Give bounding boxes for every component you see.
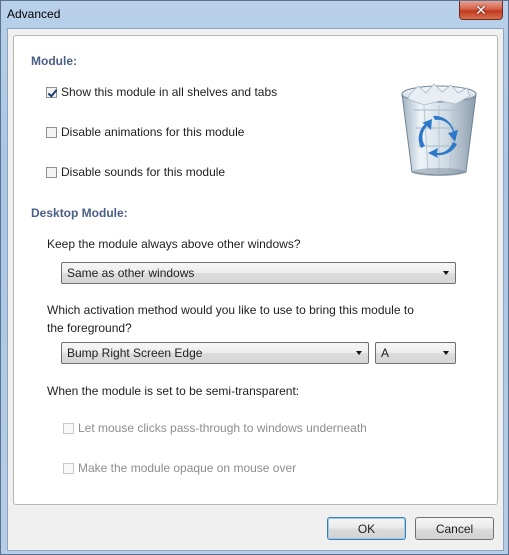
dropdown-value: A: [381, 346, 390, 360]
cancel-button[interactable]: Cancel: [415, 517, 494, 540]
recycle-bin-icon: [401, 83, 477, 176]
activation-question-line1: Which activation method would you like t…: [47, 303, 414, 317]
checkbox-box[interactable]: [46, 86, 57, 98]
checkbox-label[interactable]: Make the module opaque on mouse over: [78, 461, 296, 475]
dropdown-value: Same as other windows: [67, 266, 195, 280]
close-button[interactable]: ✕: [459, 1, 503, 20]
checkbox-label[interactable]: Show this module in all shelves and tabs: [61, 85, 277, 99]
chevron-down-icon: [356, 351, 362, 355]
activation-question-line2: the foreground?: [47, 321, 132, 335]
opaque-on-mouseover-checkbox[interactable]: Make the module opaque on mouse over: [63, 461, 296, 475]
settings-panel: Module: Show this module in all shelves …: [13, 35, 498, 505]
ok-button[interactable]: OK: [327, 517, 406, 540]
semi-transparent-label: When the module is set to be semi-transp…: [47, 384, 300, 398]
checkbox-box[interactable]: [63, 462, 74, 474]
title-bar[interactable]: Advanced ✕: [1, 1, 508, 27]
checkbox-label[interactable]: Let mouse clicks pass-through to windows…: [78, 421, 367, 435]
checkbox-box[interactable]: [63, 422, 74, 434]
checkbox-label[interactable]: Disable animations for this module: [61, 125, 244, 139]
close-icon: ✕: [475, 1, 487, 18]
checkbox-box[interactable]: [46, 126, 57, 138]
module-section-heading: Module:: [31, 54, 77, 68]
disable-sounds-checkbox[interactable]: Disable sounds for this module: [46, 165, 225, 179]
checkbox-box[interactable]: [46, 166, 57, 178]
dropdown-value: Bump Right Screen Edge: [67, 346, 203, 360]
activation-method-dropdown[interactable]: Bump Right Screen Edge: [61, 342, 369, 364]
window-title: Advanced: [7, 7, 61, 21]
activation-key-dropdown[interactable]: A: [375, 342, 456, 364]
checkbox-label[interactable]: Disable sounds for this module: [61, 165, 225, 179]
advanced-dialog: Advanced ✕ Module: Show this module in a…: [0, 0, 509, 555]
disable-animations-checkbox[interactable]: Disable animations for this module: [46, 125, 244, 139]
dialog-client-area: Module: Show this module in all shelves …: [7, 28, 504, 551]
chevron-down-icon: [443, 351, 449, 355]
mouse-pass-through-checkbox[interactable]: Let mouse clicks pass-through to windows…: [63, 421, 367, 435]
desktop-section-heading: Desktop Module:: [31, 206, 128, 220]
window-level-dropdown[interactable]: Same as other windows: [61, 262, 456, 284]
show-in-all-shelves-checkbox[interactable]: Show this module in all shelves and tabs: [46, 85, 277, 99]
chevron-down-icon: [443, 271, 449, 275]
above-windows-question: Keep the module always above other windo…: [47, 237, 301, 251]
